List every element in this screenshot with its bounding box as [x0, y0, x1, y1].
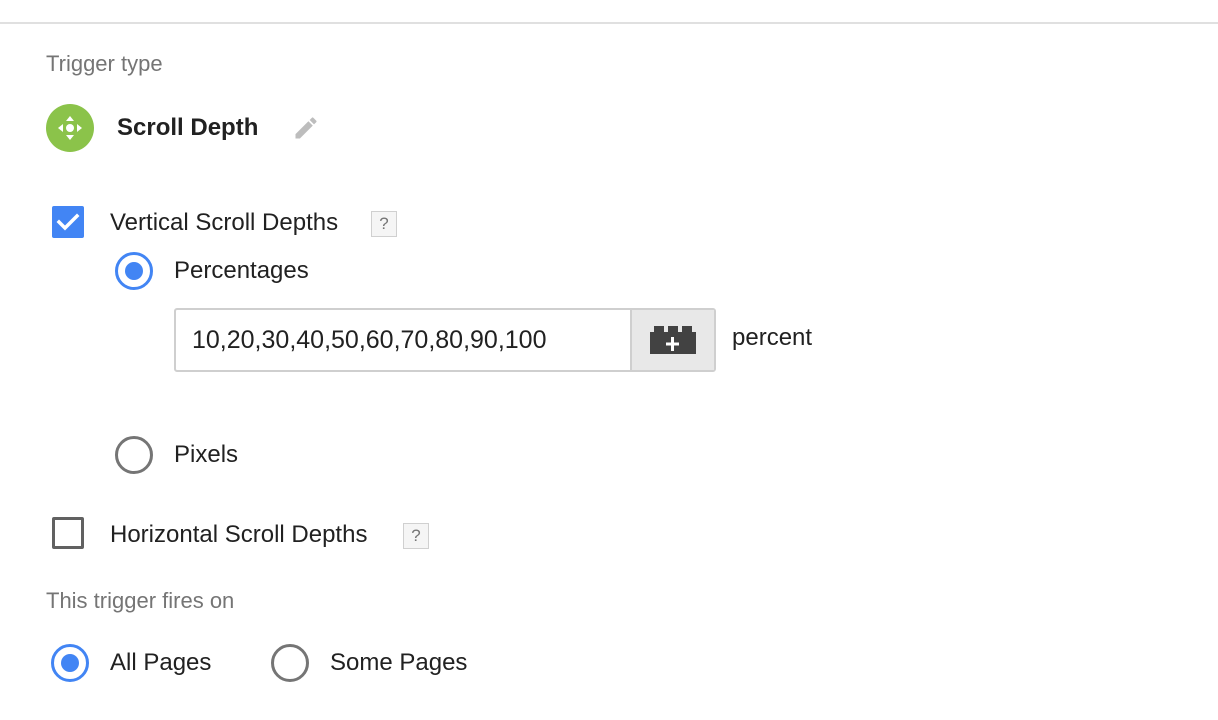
vertical-help-icon[interactable]: ?	[371, 211, 397, 237]
horizontal-scroll-depths-label: Horizontal Scroll Depths	[110, 521, 368, 548]
top-divider	[0, 22, 1218, 24]
trigger-type-row[interactable]: Scroll Depth	[46, 103, 322, 153]
some-pages-radio[interactable]	[271, 644, 309, 682]
horizontal-scroll-depths-checkbox[interactable]	[52, 517, 84, 549]
pixels-radio[interactable]	[115, 436, 153, 474]
fires-on-label: This trigger fires on	[46, 588, 235, 613]
lego-add-icon	[650, 326, 696, 354]
horizontal-help-icon[interactable]: ?	[403, 523, 429, 549]
percentages-input[interactable]	[176, 310, 630, 370]
all-pages-radio[interactable]	[51, 644, 89, 682]
percentages-label: Percentages	[174, 257, 309, 284]
some-pages-label: Some Pages	[330, 649, 468, 676]
trigger-configuration-panel: Trigger type Scroll Depth Vertical Scrol…	[0, 0, 1218, 720]
scroll-depth-input-group	[174, 308, 716, 372]
trigger-type-name: Scroll Depth	[117, 114, 259, 141]
insert-variable-button[interactable]	[630, 310, 714, 370]
scroll-move-icon	[46, 104, 94, 152]
pencil-icon[interactable]	[292, 113, 322, 143]
trigger-type-label: Trigger type	[46, 51, 163, 76]
vertical-scroll-depths-checkbox[interactable]	[52, 206, 84, 238]
all-pages-label: All Pages	[110, 649, 212, 676]
pixels-label: Pixels	[174, 441, 239, 468]
vertical-scroll-depths-label: Vertical Scroll Depths	[110, 209, 339, 236]
percentages-radio[interactable]	[115, 252, 153, 290]
unit-label: percent	[732, 324, 813, 351]
checkmark-icon	[56, 213, 80, 231]
